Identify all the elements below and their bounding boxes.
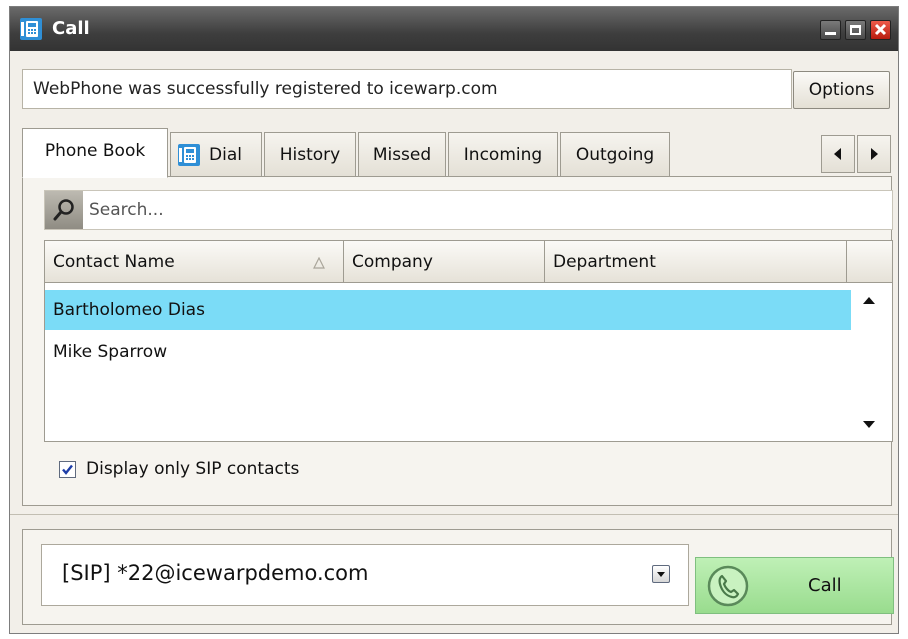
title-bar[interactable]: Call [10, 7, 898, 51]
status-message: WebPhone was successfully registered to … [22, 69, 792, 109]
close-button[interactable] [870, 20, 891, 40]
column-header-label: Contact Name [53, 252, 175, 272]
search-button[interactable] [45, 191, 83, 229]
sip-only-label[interactable]: Display only SIP contacts [86, 459, 299, 479]
tabs-scroll-right-button[interactable] [857, 135, 891, 173]
vertical-scrollbar[interactable] [851, 283, 892, 441]
call-button[interactable]: Call [695, 557, 894, 614]
search-icon [53, 199, 74, 221]
call-window: Call WebPhone was successfully registere… [9, 6, 899, 634]
minimize-button[interactable] [820, 20, 841, 40]
tab-dial[interactable]: Dial [170, 132, 262, 176]
tab-phone-book[interactable]: Phone Book [22, 128, 168, 178]
checkmark-icon [62, 464, 73, 475]
window-title: Call [52, 18, 90, 39]
options-button[interactable]: Options [793, 71, 890, 109]
contact-name-cell: Mike Sparrow [53, 342, 168, 362]
sort-ascending-icon [313, 257, 325, 269]
column-header-contact-name[interactable]: Contact Name [45, 241, 344, 283]
maximize-button[interactable] [845, 20, 866, 40]
close-icon [874, 23, 887, 36]
search-input[interactable] [89, 191, 879, 229]
phone-handset-icon [707, 565, 749, 607]
column-header-filler [847, 241, 892, 283]
tab-dial-label: Dial [209, 145, 242, 165]
table-row[interactable]: Bartholomeo Dias [45, 290, 851, 330]
call-button-label: Call [808, 575, 842, 596]
tab-incoming[interactable]: Incoming [448, 132, 558, 176]
tabs-scroll-left-button[interactable] [821, 135, 855, 173]
phone-icon [20, 18, 42, 40]
sip-address-value: [SIP] *22@icewarpdemo.com [62, 561, 369, 585]
phone-icon [178, 144, 200, 166]
column-header-department[interactable]: Department [545, 241, 847, 283]
search-box [44, 190, 893, 230]
sip-only-checkbox[interactable] [59, 461, 76, 478]
tab-outgoing[interactable]: Outgoing [560, 132, 670, 176]
scroll-down-arrow-icon[interactable] [863, 421, 875, 428]
sip-address-combobox[interactable]: [SIP] *22@icewarpdemo.com [41, 544, 689, 606]
scroll-up-arrow-icon[interactable] [863, 297, 875, 304]
arrow-left-icon [834, 148, 841, 160]
column-header-company[interactable]: Company [344, 241, 545, 283]
arrow-right-icon [871, 148, 878, 160]
contact-name-cell: Bartholomeo Dias [53, 300, 205, 320]
table-row[interactable]: Mike Sparrow [45, 332, 851, 372]
tab-missed[interactable]: Missed [358, 132, 446, 176]
contacts-table: Contact Name Company Department Bartholo… [44, 240, 893, 442]
combobox-dropdown-button[interactable] [652, 565, 670, 583]
divider [10, 514, 898, 515]
tab-history[interactable]: History [264, 132, 356, 176]
chevron-down-icon [657, 572, 665, 577]
